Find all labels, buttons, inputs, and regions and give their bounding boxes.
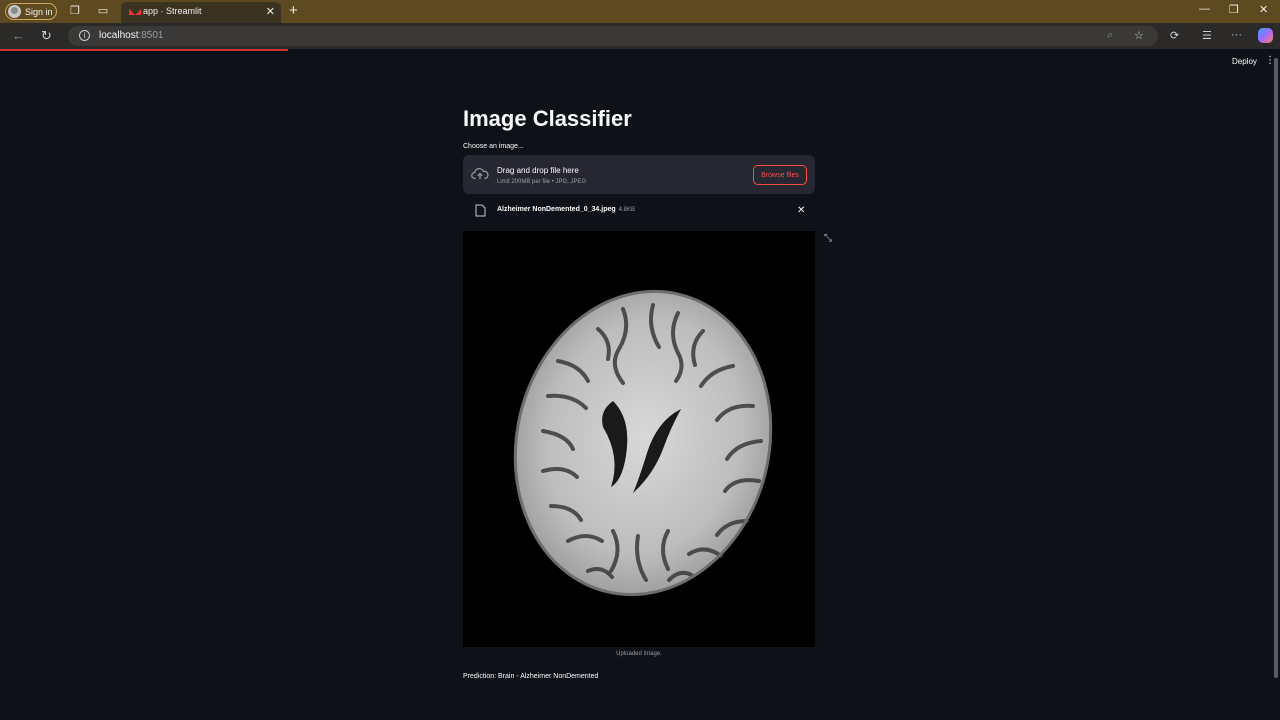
refresh-icon[interactable]: ↻ [41, 28, 52, 44]
new-tab-icon[interactable]: + [289, 2, 298, 19]
site-info-icon[interactable]: i [79, 30, 90, 41]
brain-mri-image [513, 289, 773, 597]
url-port: :8501 [138, 30, 164, 41]
tab-app-streamlit[interactable]: ◣◢ app · Streamlit ✕ [121, 2, 281, 23]
app-page: Deploy ⋮ Image Classifier Choose an imag… [0, 49, 1280, 720]
browse-files-button[interactable]: Browse files [753, 165, 807, 185]
more-options-icon[interactable]: ··· [1231, 29, 1242, 41]
minimize-icon[interactable]: — [1199, 3, 1210, 15]
uploader-label: Choose an image... [463, 143, 524, 150]
dropzone-title: Drag and drop file here [497, 166, 579, 175]
file-dropzone[interactable]: Drag and drop file here Limit 200MB per … [463, 155, 815, 194]
image-caption: Uploaded Image. [616, 651, 662, 657]
url-field[interactable]: i localhost:8501 [68, 26, 1158, 46]
favorites-list-icon[interactable]: ☰ [1202, 29, 1212, 42]
address-bar: ← ↻ i localhost:8501 ⌕ ☆ ⟳ ☰ ··· [0, 23, 1280, 49]
loading-bar [0, 49, 288, 51]
prediction-text: Prediction: Brain - Alzheimer NonDemente… [463, 673, 599, 680]
tab-close-icon[interactable]: ✕ [266, 5, 275, 18]
deploy-button[interactable]: Deploy [1232, 57, 1257, 66]
extensions-icon[interactable]: ⟳ [1170, 29, 1179, 42]
tab-actions-icon[interactable]: ▭ [96, 4, 110, 18]
file-size: 4.8KB [618, 207, 636, 213]
back-icon[interactable]: ← [12, 28, 25, 43]
cloud-upload-icon [471, 167, 489, 180]
profile-avatar-icon [8, 5, 21, 18]
favorite-star-icon[interactable]: ☆ [1134, 29, 1144, 42]
fullscreen-icon[interactable]: ⤡ [824, 233, 832, 244]
remove-file-icon[interactable]: ✕ [797, 205, 805, 216]
dropzone-limit: Limit 200MB per file • JPG, JPEG [497, 179, 587, 185]
zoom-icon[interactable]: ⌕ [1107, 29, 1113, 42]
sign-in-button[interactable]: Sign in [5, 3, 57, 20]
url-text: localhost:8501 [99, 30, 164, 41]
uploaded-image [463, 231, 815, 647]
browser-tab-strip: Sign in ❒ ▭ ◣◢ app · Streamlit ✕ + — ❐ ✕ [0, 0, 1280, 23]
sign-in-label: Sign in [25, 6, 53, 17]
uploaded-file-item: Alzheimer NonDemented_0_34.jpeg 4.8KB ✕ [463, 202, 815, 222]
scrollbar[interactable] [1274, 58, 1278, 678]
file-name: Alzheimer NonDemented_0_34.jpeg 4.8KB [497, 206, 635, 213]
window-close-icon[interactable]: ✕ [1259, 3, 1268, 16]
tab-title: app · Streamlit [143, 6, 202, 16]
copilot-icon[interactable] [1258, 28, 1273, 43]
page-title: Image Classifier [463, 106, 632, 131]
file-name-text: Alzheimer NonDemented_0_34.jpeg [497, 206, 616, 213]
streamlit-favicon-icon: ◣◢ [129, 7, 142, 16]
workspaces-icon[interactable]: ❒ [68, 4, 82, 18]
url-host: localhost [99, 30, 139, 41]
restore-icon[interactable]: ❐ [1229, 3, 1239, 16]
file-icon [475, 204, 486, 217]
